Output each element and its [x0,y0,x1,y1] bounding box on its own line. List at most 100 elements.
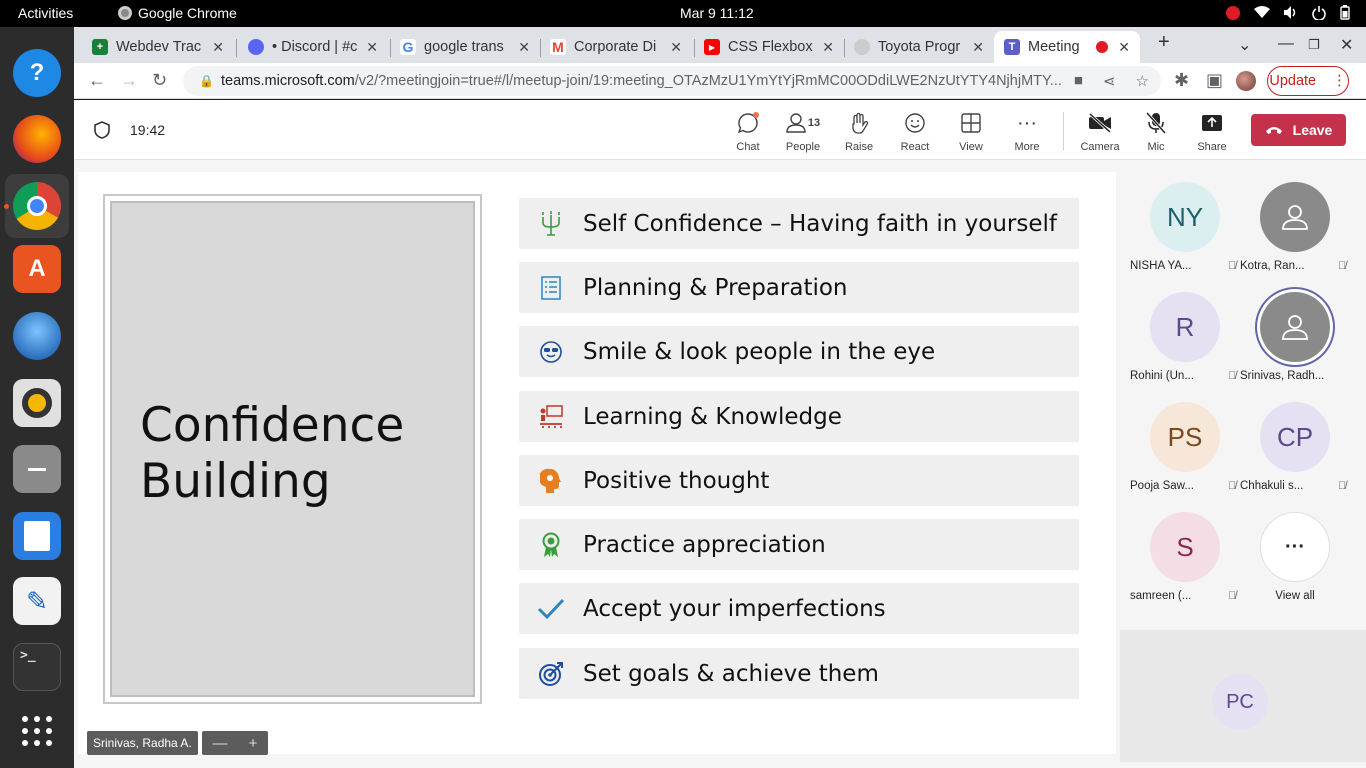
participant-tile[interactable]: S samreen (... 🎙̸ [1130,490,1240,602]
update-button[interactable]: Update ⋮ [1267,66,1349,96]
camera-blocked-icon[interactable]: ■ [1074,72,1083,90]
avatar: R [1150,292,1220,362]
tab-toyota[interactable]: Toyota Progr ✕ [844,31,994,63]
participant-tile[interactable]: NY NISHA YA... 🎙̸ [1130,160,1240,272]
window-close-icon[interactable]: ✕ [1340,35,1353,55]
close-icon[interactable]: ✕ [212,39,224,56]
writer-icon[interactable] [13,512,61,560]
tab-google-translate[interactable]: G google trans ✕ [390,31,540,63]
profile-avatar[interactable] [1236,71,1256,91]
chrome-icon[interactable] [13,182,61,230]
slide-item: Planning & Preparation [519,262,1079,313]
mic-label: Mic [1147,141,1165,153]
maximize-icon[interactable]: ❐ [1308,37,1320,53]
google-icon: G [400,39,416,55]
show-apps-icon[interactable] [13,707,61,755]
people-label: People [785,141,821,153]
software-center-icon[interactable]: A [13,245,61,293]
chat-label: Chat [736,141,760,153]
mic-button[interactable]: Mic [1128,110,1184,153]
candelabra-icon [519,210,583,237]
tab-gmail[interactable]: M Corporate Di ✕ [540,31,692,63]
people-button[interactable]: 13 People [775,110,831,153]
tab-teams-meeting[interactable]: T Meeting ✕ [994,31,1140,63]
close-icon[interactable]: ✕ [670,39,682,56]
close-icon[interactable]: ✕ [366,39,378,56]
help-icon[interactable]: ? [13,49,61,97]
minimize-icon[interactable]: — [1278,35,1294,53]
recording-indicator-icon[interactable] [1226,5,1240,20]
view-button[interactable]: View [943,110,999,153]
firefox-icon[interactable] [13,115,61,163]
tab-youtube[interactable]: ▶ CSS Flexbox ✕ [694,31,844,63]
zoom-out-button[interactable]: — [213,735,228,752]
activities-button[interactable]: Activities [18,5,73,21]
share-button[interactable]: Share [1184,110,1240,153]
tab-title: Webdev Trac [116,39,202,55]
text-editor-icon[interactable]: ✎ [13,577,61,625]
raise-hand-button[interactable]: Raise [831,110,887,153]
reload-icon[interactable]: ↻ [152,70,167,91]
slide-item-text: Set goals & achieve them [583,660,879,687]
close-icon[interactable]: ✕ [822,39,834,56]
back-icon[interactable]: ← [88,70,106,91]
forward-icon[interactable]: → [120,70,138,91]
update-label: Update [1269,73,1317,89]
share-label: Share [1197,141,1227,153]
app-menu[interactable]: Google Chrome [118,5,237,21]
close-icon[interactable]: ✕ [972,39,984,56]
close-icon[interactable]: ✕ [518,39,530,56]
shield-icon[interactable] [94,121,110,139]
participant-tile[interactable]: PS Pooja Saw... 🎙̸ [1130,380,1240,492]
self-video-tile: PC [1120,630,1366,762]
address-bar[interactable]: 🔒 teams.microsoft.com/v2/?meetingjoin=tr… [183,66,1161,96]
slide-item-text: Self Confidence – Having faith in yourse… [583,210,1057,237]
slide-item-text: Smile & look people in the eye [583,338,936,365]
tab-webdev[interactable]: + Webdev Trac ✕ [82,31,234,63]
camera-off-icon [1088,113,1112,133]
teams-icon: T [1004,39,1020,55]
participant-tile[interactable]: Kotra, Ran... 🎙̸ [1240,160,1350,272]
more-button[interactable]: ··· More [999,110,1055,153]
people-count: 13 [807,117,821,129]
tab-title: • Discord | #c [272,39,358,55]
recording-icon [1096,41,1109,53]
call-timer: 19:42 [130,122,166,138]
slide-item: Accept your imperfections [519,583,1079,634]
chat-button[interactable]: Chat [720,110,776,153]
shared-content-stage[interactable]: Confidence Building Self Confidence – Ha… [78,172,1116,754]
side-panel-icon[interactable]: ▣ [1206,70,1223,91]
system-tray[interactable] [1226,5,1350,20]
new-tab-button[interactable]: + [1158,31,1170,54]
tab-discord[interactable]: • Discord | #c ✕ [238,31,388,63]
files-icon[interactable] [13,445,61,493]
leave-button[interactable]: Leave [1251,114,1346,146]
kebab-menu-icon[interactable]: ⋮ [1332,73,1347,89]
bookmark-star-icon[interactable]: ☆ [1136,72,1149,90]
participant-tile[interactable]: R Rohini (Un... 🎙̸ [1130,270,1240,382]
avatar: NY [1150,182,1220,252]
react-button[interactable]: React [887,110,943,153]
thunderbird-icon[interactable] [13,312,61,360]
slide-title-line1: Confidence [140,398,405,453]
grid-view-icon [961,113,981,133]
terminal-icon[interactable]: >_ [13,643,61,691]
close-icon[interactable]: ✕ [1118,39,1130,56]
view-all-tile[interactable]: ··· View all [1240,490,1350,602]
slide-item: Set goals & achieve them [519,648,1079,699]
zoom-in-button[interactable]: + [249,735,258,752]
participant-tile[interactable]: CP Chhakuli s... 🎙̸ [1240,380,1350,492]
rhythmbox-icon[interactable] [13,379,61,427]
tab-search-icon[interactable]: ⌄ [1238,35,1251,55]
clock[interactable]: Mar 9 11:12 [680,5,754,21]
teams-meeting: 19:42 Chat 13 People Raise React View ··… [74,100,1366,768]
slide-item-text: Practice appreciation [583,531,826,558]
browser-toolbar: ← → ↻ 🔒 teams.microsoft.com/v2/?meetingj… [74,63,1366,99]
share-icon[interactable]: ⋖ [1103,72,1116,90]
camera-button[interactable]: Camera [1072,110,1128,153]
extensions-icon[interactable]: ✱ [1174,70,1189,91]
tab-title: Corporate Di [574,39,657,55]
target-icon [519,661,583,687]
participant-tile-speaking[interactable]: Srinivas, Radh... [1240,270,1350,382]
running-indicator [4,204,9,209]
